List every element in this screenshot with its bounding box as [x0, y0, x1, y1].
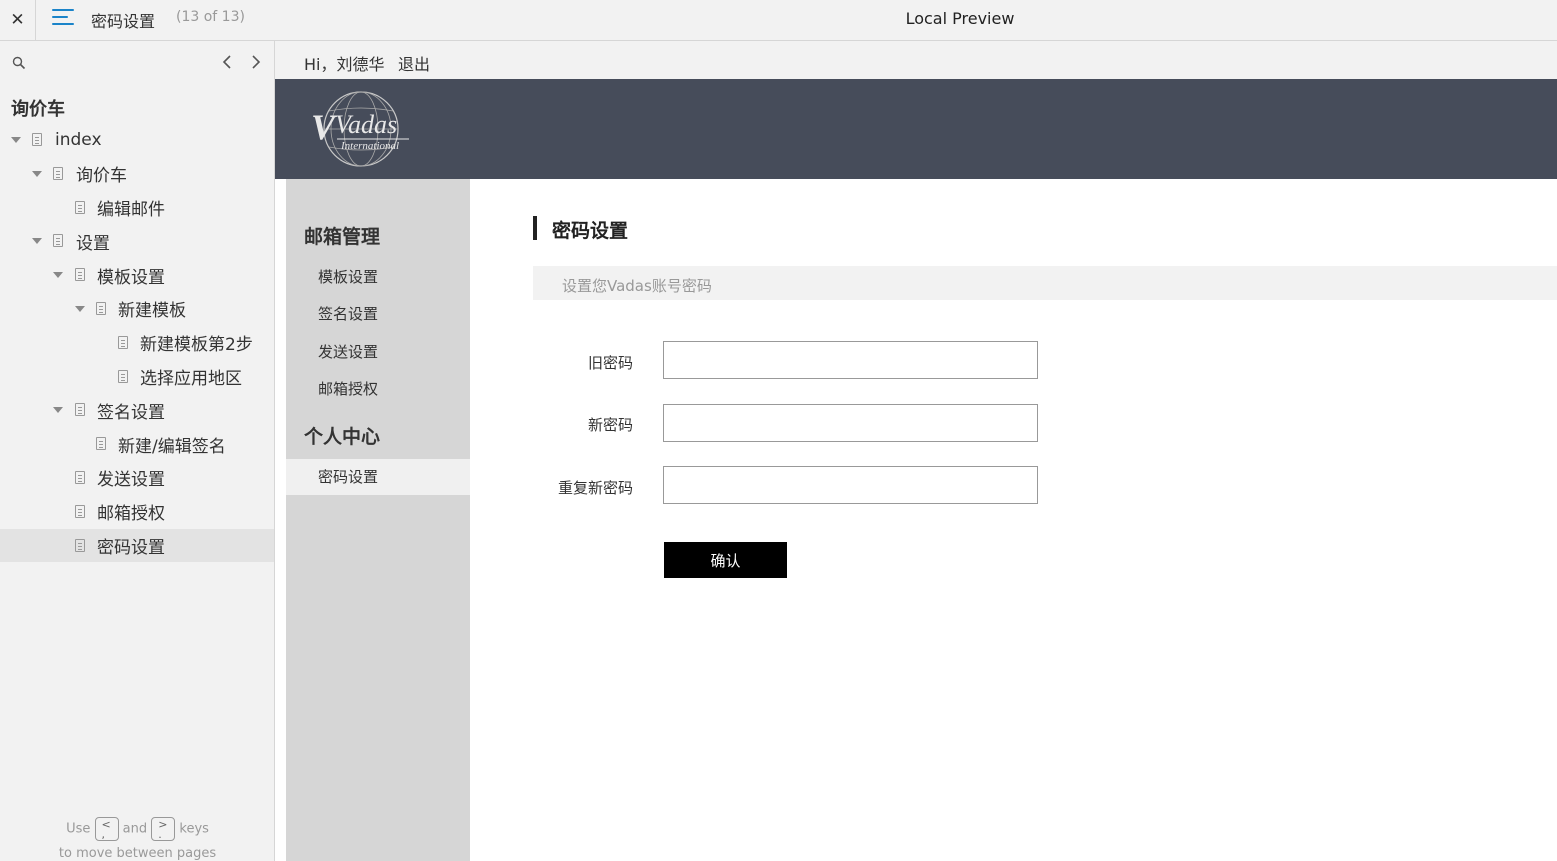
- header-banner: V Vadas International: [275, 79, 1557, 179]
- caret-down-icon[interactable]: [32, 238, 42, 245]
- caret-down-icon[interactable]: [32, 170, 42, 177]
- menu-icon[interactable]: [52, 8, 76, 30]
- page-icon: [75, 403, 85, 417]
- caret-down-icon[interactable]: [75, 305, 85, 312]
- new-password-input[interactable]: [663, 404, 1038, 442]
- page-count: (13 of 13): [176, 9, 245, 25]
- page-icon: [96, 437, 106, 451]
- page-icon: [75, 504, 85, 518]
- tree-item-mailbox-auth[interactable]: 邮箱授权: [0, 495, 274, 529]
- page-icon: [75, 200, 85, 214]
- page-tree: index 询价车 编辑邮件 设置 模板设置 新建模板 新建模板第2步 选择应用…: [0, 123, 274, 563]
- tree-item-edit-email[interactable]: 编辑邮件: [0, 191, 274, 225]
- old-password-input[interactable]: [663, 341, 1038, 379]
- nav-link-mailbox-auth[interactable]: 邮箱授权: [286, 371, 470, 407]
- page-icon: [75, 538, 85, 552]
- user-bar: Hi，刘德华 退出: [275, 41, 1557, 79]
- preview-title: Local Preview: [905, 9, 1015, 28]
- svg-text:V: V: [311, 107, 338, 147]
- nav-section-personal: 个人中心: [304, 426, 381, 448]
- tree-item-index[interactable]: index: [0, 123, 274, 157]
- page-icon: [96, 301, 106, 315]
- tree-item-new-template[interactable]: 新建模板: [0, 292, 274, 326]
- tree-item-select-region[interactable]: 选择应用地区: [0, 360, 274, 394]
- title-accent: [533, 216, 537, 240]
- sidebar: 询价车 index 询价车 编辑邮件 设置 模板设置 新建模板 新建模板第2步 …: [0, 41, 275, 861]
- nav-link-password-settings[interactable]: 密码设置: [286, 459, 470, 495]
- content-title: 密码设置: [552, 220, 629, 242]
- top-bar: ✕ 密码设置 (13 of 13) Local Preview: [0, 0, 1557, 41]
- vadas-logo: V Vadas International: [311, 91, 409, 167]
- page-icon: [75, 470, 85, 484]
- caret-down-icon[interactable]: [11, 137, 21, 143]
- search-icon[interactable]: [12, 56, 26, 70]
- tree-item-edit-signature[interactable]: 新建/编辑签名: [0, 427, 274, 461]
- tree-item-send-settings[interactable]: 发送设置: [0, 461, 274, 495]
- new-password-label: 新密码: [587, 416, 633, 434]
- repeat-password-label: 重复新密码: [557, 479, 633, 497]
- confirm-button[interactable]: 确认: [664, 542, 787, 578]
- logout-link[interactable]: 退出: [398, 51, 430, 75]
- tree-root: 询价车: [11, 99, 65, 120]
- nav-link-signature-settings[interactable]: 签名设置: [286, 296, 470, 332]
- settings-nav: 邮箱管理 模板设置 签名设置 发送设置 邮箱授权 个人中心 密码设置: [286, 179, 470, 861]
- svg-text:International: International: [340, 140, 399, 152]
- tree-item-password-settings[interactable]: 密码设置: [0, 528, 274, 563]
- page-icon: [118, 369, 128, 383]
- tree-item-new-template-step2[interactable]: 新建模板第2步: [0, 326, 274, 360]
- nav-link-template-settings[interactable]: 模板设置: [286, 259, 470, 295]
- page-icon: [53, 166, 63, 180]
- caret-down-icon[interactable]: [53, 272, 63, 279]
- close-button[interactable]: ✕: [0, 0, 36, 40]
- page-icon: [118, 335, 128, 349]
- tree-item-signature-settings[interactable]: 签名设置: [0, 393, 274, 427]
- caret-down-icon[interactable]: [53, 407, 63, 414]
- page-icon: [53, 234, 63, 248]
- tree-item-settings[interactable]: 设置: [0, 224, 274, 258]
- close-icon: ✕: [10, 10, 25, 30]
- subtitle: 设置您Vadas账号密码: [562, 277, 712, 295]
- nav-link-send-settings[interactable]: 发送设置: [286, 334, 470, 370]
- tree-item-template-settings[interactable]: 模板设置: [0, 258, 274, 292]
- svg-text:Vadas: Vadas: [335, 110, 397, 139]
- prev-key-icon: <,: [94, 817, 119, 841]
- nav-section-mailbox: 邮箱管理: [304, 226, 381, 248]
- repeat-password-input[interactable]: [663, 466, 1038, 504]
- chevron-left-icon[interactable]: [220, 53, 234, 71]
- greeting: Hi，刘德华: [304, 55, 385, 74]
- page-icon: [75, 268, 85, 282]
- chevron-right-icon[interactable]: [249, 53, 263, 71]
- page-title: 密码设置: [91, 12, 156, 31]
- tree-item-cart[interactable]: 询价车: [0, 157, 274, 191]
- keyboard-hint: Use <, and >. keys to move between pages: [58, 817, 217, 861]
- next-key-icon: >.: [151, 817, 176, 841]
- subtitle-bar: 设置您Vadas账号密码: [533, 266, 1557, 300]
- app-preview: Hi，刘德华 退出 V Vadas International 邮箱管理 模板设…: [275, 41, 1557, 861]
- page-icon: [32, 133, 42, 146]
- old-password-label: 旧密码: [587, 354, 633, 372]
